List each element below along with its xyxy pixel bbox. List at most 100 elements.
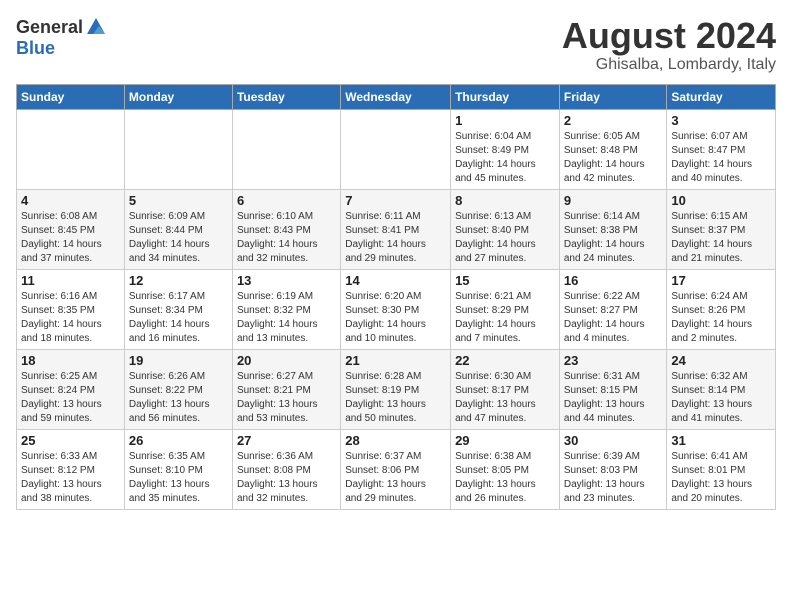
day-number: 5	[129, 193, 228, 208]
day-info: Sunrise: 6:33 AM Sunset: 8:12 PM Dayligh…	[21, 450, 120, 506]
day-info: Sunrise: 6:14 AM Sunset: 8:38 PM Dayligh…	[564, 210, 663, 266]
day-info: Sunrise: 6:31 AM Sunset: 8:15 PM Dayligh…	[564, 370, 663, 426]
calendar-cell: 4 Sunrise: 6:08 AM Sunset: 8:45 PM Daylig…	[17, 189, 125, 269]
calendar-header-row: SundayMondayTuesdayWednesdayThursdayFrid…	[17, 84, 776, 109]
calendar-cell: 3 Sunrise: 6:07 AM Sunset: 8:47 PM Daylig…	[667, 109, 776, 189]
logo: General Blue	[16, 16, 107, 59]
calendar-cell: 18 Sunrise: 6:25 AM Sunset: 8:24 PM Dayli…	[17, 349, 125, 429]
day-number: 17	[671, 273, 771, 288]
logo-blue: Blue	[16, 38, 55, 59]
calendar-week-row: 4 Sunrise: 6:08 AM Sunset: 8:45 PM Daylig…	[17, 189, 776, 269]
calendar-cell: 20Sunrise: 6:27 AM Sunset: 8:21 PM Dayli…	[232, 349, 340, 429]
calendar-week-row: 25 Sunrise: 6:33 AM Sunset: 8:12 PM Dayli…	[17, 429, 776, 509]
column-header-friday: Friday	[559, 84, 667, 109]
calendar-cell: 9 Sunrise: 6:14 AM Sunset: 8:38 PM Daylig…	[559, 189, 667, 269]
calendar-cell: 27Sunrise: 6:36 AM Sunset: 8:08 PM Dayli…	[232, 429, 340, 509]
day-number: 18	[21, 353, 120, 368]
day-info: Sunrise: 6:07 AM Sunset: 8:47 PM Dayligh…	[671, 130, 771, 186]
day-number: 30	[564, 433, 663, 448]
day-number: 22	[455, 353, 555, 368]
day-info: Sunrise: 6:20 AM Sunset: 8:30 PM Dayligh…	[345, 290, 446, 346]
day-number: 1	[455, 113, 555, 128]
calendar-cell: 25 Sunrise: 6:33 AM Sunset: 8:12 PM Dayli…	[17, 429, 125, 509]
calendar-cell: 29 Sunrise: 6:38 AM Sunset: 8:05 PM Dayli…	[451, 429, 560, 509]
day-number: 2	[564, 113, 663, 128]
day-number: 12	[129, 273, 228, 288]
day-number: 4	[21, 193, 120, 208]
calendar-cell: 30 Sunrise: 6:39 AM Sunset: 8:03 PM Dayli…	[559, 429, 667, 509]
day-number: 9	[564, 193, 663, 208]
column-header-thursday: Thursday	[451, 84, 560, 109]
day-info: Sunrise: 6:08 AM Sunset: 8:45 PM Dayligh…	[21, 210, 120, 266]
calendar-cell: 5 Sunrise: 6:09 AM Sunset: 8:44 PM Daylig…	[124, 189, 232, 269]
day-number: 19	[129, 353, 228, 368]
day-number: 31	[671, 433, 771, 448]
calendar-cell: 11Sunrise: 6:16 AM Sunset: 8:35 PM Dayli…	[17, 269, 125, 349]
calendar-cell: 17 Sunrise: 6:24 AM Sunset: 8:26 PM Dayli…	[667, 269, 776, 349]
day-info: Sunrise: 6:32 AM Sunset: 8:14 PM Dayligh…	[671, 370, 771, 426]
day-info: Sunrise: 6:30 AM Sunset: 8:17 PM Dayligh…	[455, 370, 555, 426]
day-info: Sunrise: 6:24 AM Sunset: 8:26 PM Dayligh…	[671, 290, 771, 346]
calendar-cell: 26 Sunrise: 6:35 AM Sunset: 8:10 PM Dayli…	[124, 429, 232, 509]
day-info: Sunrise: 6:22 AM Sunset: 8:27 PM Dayligh…	[564, 290, 663, 346]
calendar-cell: 28 Sunrise: 6:37 AM Sunset: 8:06 PM Dayli…	[341, 429, 451, 509]
day-number: 28	[345, 433, 446, 448]
day-number: 26	[129, 433, 228, 448]
calendar-cell: 6 Sunrise: 6:10 AM Sunset: 8:43 PM Daylig…	[232, 189, 340, 269]
calendar-week-row: 11Sunrise: 6:16 AM Sunset: 8:35 PM Dayli…	[17, 269, 776, 349]
day-number: 3	[671, 113, 771, 128]
calendar-cell: 10Sunrise: 6:15 AM Sunset: 8:37 PM Dayli…	[667, 189, 776, 269]
day-number: 15	[455, 273, 555, 288]
day-info: Sunrise: 6:09 AM Sunset: 8:44 PM Dayligh…	[129, 210, 228, 266]
calendar-cell: 21Sunrise: 6:28 AM Sunset: 8:19 PM Dayli…	[341, 349, 451, 429]
day-number: 13	[237, 273, 336, 288]
day-number: 8	[455, 193, 555, 208]
day-number: 6	[237, 193, 336, 208]
day-info: Sunrise: 6:17 AM Sunset: 8:34 PM Dayligh…	[129, 290, 228, 346]
calendar-cell: 24 Sunrise: 6:32 AM Sunset: 8:14 PM Dayli…	[667, 349, 776, 429]
day-info: Sunrise: 6:28 AM Sunset: 8:19 PM Dayligh…	[345, 370, 446, 426]
day-info: Sunrise: 6:05 AM Sunset: 8:48 PM Dayligh…	[564, 130, 663, 186]
day-info: Sunrise: 6:10 AM Sunset: 8:43 PM Dayligh…	[237, 210, 336, 266]
day-number: 16	[564, 273, 663, 288]
day-number: 29	[455, 433, 555, 448]
day-info: Sunrise: 6:35 AM Sunset: 8:10 PM Dayligh…	[129, 450, 228, 506]
day-info: Sunrise: 6:25 AM Sunset: 8:24 PM Dayligh…	[21, 370, 120, 426]
calendar-cell: 1Sunrise: 6:04 AM Sunset: 8:49 PM Daylig…	[451, 109, 560, 189]
calendar-cell: 31Sunrise: 6:41 AM Sunset: 8:01 PM Dayli…	[667, 429, 776, 509]
calendar-cell: 14 Sunrise: 6:20 AM Sunset: 8:30 PM Dayli…	[341, 269, 451, 349]
day-number: 24	[671, 353, 771, 368]
day-number: 14	[345, 273, 446, 288]
day-number: 27	[237, 433, 336, 448]
calendar-cell: 8Sunrise: 6:13 AM Sunset: 8:40 PM Daylig…	[451, 189, 560, 269]
calendar-cell: 23 Sunrise: 6:31 AM Sunset: 8:15 PM Dayli…	[559, 349, 667, 429]
column-header-tuesday: Tuesday	[232, 84, 340, 109]
column-header-monday: Monday	[124, 84, 232, 109]
calendar-cell	[232, 109, 340, 189]
calendar-week-row: 1Sunrise: 6:04 AM Sunset: 8:49 PM Daylig…	[17, 109, 776, 189]
day-number: 7	[345, 193, 446, 208]
calendar-cell: 16 Sunrise: 6:22 AM Sunset: 8:27 PM Dayli…	[559, 269, 667, 349]
logo-general: General	[16, 17, 83, 38]
calendar-cell	[341, 109, 451, 189]
day-number: 11	[21, 273, 120, 288]
column-header-wednesday: Wednesday	[341, 84, 451, 109]
day-info: Sunrise: 6:11 AM Sunset: 8:41 PM Dayligh…	[345, 210, 446, 266]
day-number: 25	[21, 433, 120, 448]
day-number: 23	[564, 353, 663, 368]
column-header-sunday: Sunday	[17, 84, 125, 109]
title-block: August 2024 Ghisalba, Lombardy, Italy	[562, 16, 776, 74]
calendar-cell	[17, 109, 125, 189]
calendar-cell: 2 Sunrise: 6:05 AM Sunset: 8:48 PM Daylig…	[559, 109, 667, 189]
calendar-week-row: 18 Sunrise: 6:25 AM Sunset: 8:24 PM Dayli…	[17, 349, 776, 429]
day-info: Sunrise: 6:27 AM Sunset: 8:21 PM Dayligh…	[237, 370, 336, 426]
day-info: Sunrise: 6:37 AM Sunset: 8:06 PM Dayligh…	[345, 450, 446, 506]
calendar-cell: 12 Sunrise: 6:17 AM Sunset: 8:34 PM Dayli…	[124, 269, 232, 349]
calendar-cell: 19Sunrise: 6:26 AM Sunset: 8:22 PM Dayli…	[124, 349, 232, 429]
column-header-saturday: Saturday	[667, 84, 776, 109]
day-info: Sunrise: 6:19 AM Sunset: 8:32 PM Dayligh…	[237, 290, 336, 346]
day-info: Sunrise: 6:38 AM Sunset: 8:05 PM Dayligh…	[455, 450, 555, 506]
calendar-cell: 7 Sunrise: 6:11 AM Sunset: 8:41 PM Daylig…	[341, 189, 451, 269]
day-info: Sunrise: 6:15 AM Sunset: 8:37 PM Dayligh…	[671, 210, 771, 266]
day-info: Sunrise: 6:39 AM Sunset: 8:03 PM Dayligh…	[564, 450, 663, 506]
